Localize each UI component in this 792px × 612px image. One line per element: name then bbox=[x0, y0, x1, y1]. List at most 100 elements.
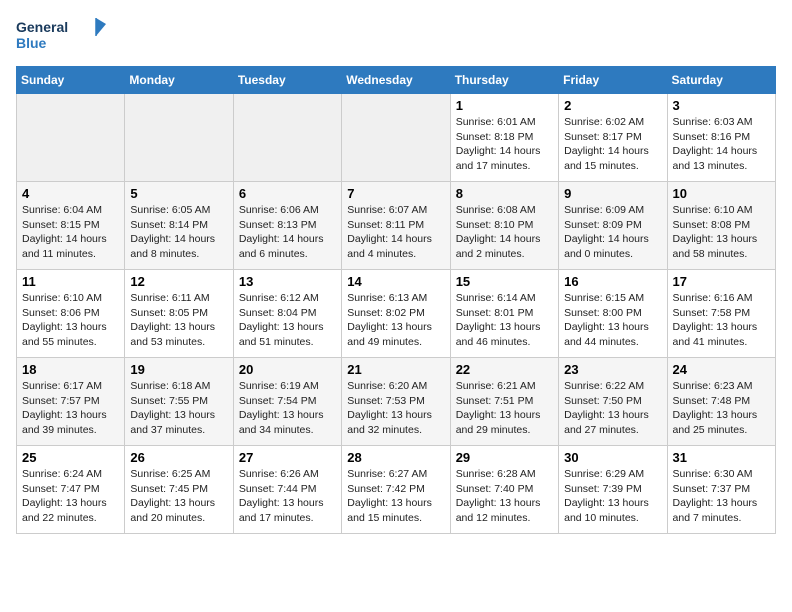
calendar-week-2: 4 Sunrise: 6:04 AMSunset: 8:15 PMDaylight… bbox=[17, 182, 776, 270]
calendar-cell: 7 Sunrise: 6:07 AMSunset: 8:11 PMDaylight… bbox=[342, 182, 450, 270]
calendar-cell: 9 Sunrise: 6:09 AMSunset: 8:09 PMDaylight… bbox=[559, 182, 667, 270]
day-number: 10 bbox=[673, 186, 770, 201]
calendar-cell: 3 Sunrise: 6:03 AMSunset: 8:16 PMDaylight… bbox=[667, 94, 775, 182]
calendar-cell bbox=[17, 94, 125, 182]
svg-text:Blue: Blue bbox=[16, 35, 47, 51]
calendar-cell: 8Sunrise: 6:08 AMSunset: 8:10 PMDaylight… bbox=[450, 182, 558, 270]
header-monday: Monday bbox=[125, 67, 233, 94]
calendar-cell: 31 Sunrise: 6:30 AMSunset: 7:37 PMDayligh… bbox=[667, 446, 775, 534]
calendar-week-5: 25 Sunrise: 6:24 AMSunset: 7:47 PMDayligh… bbox=[17, 446, 776, 534]
calendar-cell: 30 Sunrise: 6:29 AMSunset: 7:39 PMDayligh… bbox=[559, 446, 667, 534]
day-number: 13 bbox=[239, 274, 336, 289]
calendar-cell: 22 Sunrise: 6:21 AMSunset: 7:51 PMDayligh… bbox=[450, 358, 558, 446]
day-number: 19 bbox=[130, 362, 227, 377]
header-friday: Friday bbox=[559, 67, 667, 94]
day-number: 3 bbox=[673, 98, 770, 113]
day-info: Sunrise: 6:21 AMSunset: 7:51 PMDaylight:… bbox=[456, 379, 553, 438]
calendar-cell: 25 Sunrise: 6:24 AMSunset: 7:47 PMDayligh… bbox=[17, 446, 125, 534]
header-tuesday: Tuesday bbox=[233, 67, 341, 94]
day-info: Sunrise: 6:30 AMSunset: 7:37 PMDaylight:… bbox=[673, 467, 770, 526]
page-header: General Blue bbox=[16, 16, 776, 58]
day-number: 26 bbox=[130, 450, 227, 465]
day-info: Sunrise: 6:23 AMSunset: 7:48 PMDaylight:… bbox=[673, 379, 770, 438]
day-number: 17 bbox=[673, 274, 770, 289]
calendar-cell: 21Sunrise: 6:20 AMSunset: 7:53 PMDayligh… bbox=[342, 358, 450, 446]
calendar-cell: 19 Sunrise: 6:18 AMSunset: 7:55 PMDayligh… bbox=[125, 358, 233, 446]
day-number: 28 bbox=[347, 450, 444, 465]
day-number: 23 bbox=[564, 362, 661, 377]
calendar-cell: 24 Sunrise: 6:23 AMSunset: 7:48 PMDayligh… bbox=[667, 358, 775, 446]
calendar-cell: 13 Sunrise: 6:12 AMSunset: 8:04 PMDayligh… bbox=[233, 270, 341, 358]
day-number: 1 bbox=[456, 98, 553, 113]
day-number: 16 bbox=[564, 274, 661, 289]
day-info: Sunrise: 6:14 AMSunset: 8:01 PMDaylight:… bbox=[456, 291, 553, 350]
day-info: Sunrise: 6:16 AMSunset: 7:58 PMDaylight:… bbox=[673, 291, 770, 350]
day-number: 4 bbox=[22, 186, 119, 201]
day-info: Sunrise: 6:26 AMSunset: 7:44 PMDaylight:… bbox=[239, 467, 336, 526]
day-info: Sunrise: 6:12 AMSunset: 8:04 PMDaylight:… bbox=[239, 291, 336, 350]
day-info: Sunrise: 6:02 AMSunset: 8:17 PMDaylight:… bbox=[564, 115, 661, 174]
day-number: 25 bbox=[22, 450, 119, 465]
day-info: Sunrise: 6:03 AMSunset: 8:16 PMDaylight:… bbox=[673, 115, 770, 174]
day-info: Sunrise: 6:29 AMSunset: 7:39 PMDaylight:… bbox=[564, 467, 661, 526]
calendar-cell: 12 Sunrise: 6:11 AMSunset: 8:05 PMDayligh… bbox=[125, 270, 233, 358]
calendar-cell: 16 Sunrise: 6:15 AMSunset: 8:00 PMDayligh… bbox=[559, 270, 667, 358]
calendar-cell: 26 Sunrise: 6:25 AMSunset: 7:45 PMDayligh… bbox=[125, 446, 233, 534]
logo: General Blue bbox=[16, 16, 106, 58]
day-number: 2 bbox=[564, 98, 661, 113]
calendar-cell: 10Sunrise: 6:10 AMSunset: 8:08 PMDayligh… bbox=[667, 182, 775, 270]
day-number: 15 bbox=[456, 274, 553, 289]
day-info: Sunrise: 6:09 AMSunset: 8:09 PMDaylight:… bbox=[564, 203, 661, 262]
day-info: Sunrise: 6:15 AMSunset: 8:00 PMDaylight:… bbox=[564, 291, 661, 350]
calendar-week-4: 18 Sunrise: 6:17 AMSunset: 7:57 PMDayligh… bbox=[17, 358, 776, 446]
day-number: 9 bbox=[564, 186, 661, 201]
day-number: 27 bbox=[239, 450, 336, 465]
day-number: 31 bbox=[673, 450, 770, 465]
day-info: Sunrise: 6:28 AMSunset: 7:40 PMDaylight:… bbox=[456, 467, 553, 526]
day-number: 5 bbox=[130, 186, 227, 201]
day-number: 24 bbox=[673, 362, 770, 377]
calendar-cell: 1Sunrise: 6:01 AMSunset: 8:18 PMDaylight… bbox=[450, 94, 558, 182]
calendar-cell: 18 Sunrise: 6:17 AMSunset: 7:57 PMDayligh… bbox=[17, 358, 125, 446]
day-info: Sunrise: 6:04 AMSunset: 8:15 PMDaylight:… bbox=[22, 203, 119, 262]
calendar-cell bbox=[342, 94, 450, 182]
day-info: Sunrise: 6:25 AMSunset: 7:45 PMDaylight:… bbox=[130, 467, 227, 526]
day-info: Sunrise: 6:05 AMSunset: 8:14 PMDaylight:… bbox=[130, 203, 227, 262]
calendar-cell bbox=[233, 94, 341, 182]
calendar-week-3: 11Sunrise: 6:10 AMSunset: 8:06 PMDayligh… bbox=[17, 270, 776, 358]
day-number: 18 bbox=[22, 362, 119, 377]
header-thursday: Thursday bbox=[450, 67, 558, 94]
day-number: 30 bbox=[564, 450, 661, 465]
day-number: 12 bbox=[130, 274, 227, 289]
day-info: Sunrise: 6:18 AMSunset: 7:55 PMDaylight:… bbox=[130, 379, 227, 438]
day-info: Sunrise: 6:24 AMSunset: 7:47 PMDaylight:… bbox=[22, 467, 119, 526]
calendar-table: SundayMondayTuesdayWednesdayThursdayFrid… bbox=[16, 66, 776, 534]
calendar-cell: 17 Sunrise: 6:16 AMSunset: 7:58 PMDayligh… bbox=[667, 270, 775, 358]
header-wednesday: Wednesday bbox=[342, 67, 450, 94]
day-number: 22 bbox=[456, 362, 553, 377]
day-number: 11 bbox=[22, 274, 119, 289]
calendar-header-row: SundayMondayTuesdayWednesdayThursdayFrid… bbox=[17, 67, 776, 94]
day-info: Sunrise: 6:11 AMSunset: 8:05 PMDaylight:… bbox=[130, 291, 227, 350]
day-number: 7 bbox=[347, 186, 444, 201]
day-number: 20 bbox=[239, 362, 336, 377]
day-info: Sunrise: 6:13 AMSunset: 8:02 PMDaylight:… bbox=[347, 291, 444, 350]
calendar-cell: 27 Sunrise: 6:26 AMSunset: 7:44 PMDayligh… bbox=[233, 446, 341, 534]
day-info: Sunrise: 6:27 AMSunset: 7:42 PMDaylight:… bbox=[347, 467, 444, 526]
day-info: Sunrise: 6:22 AMSunset: 7:50 PMDaylight:… bbox=[564, 379, 661, 438]
calendar-cell: 11Sunrise: 6:10 AMSunset: 8:06 PMDayligh… bbox=[17, 270, 125, 358]
calendar-cell: 29 Sunrise: 6:28 AMSunset: 7:40 PMDayligh… bbox=[450, 446, 558, 534]
svg-text:General: General bbox=[16, 19, 68, 35]
calendar-cell: 6Sunrise: 6:06 AMSunset: 8:13 PMDaylight… bbox=[233, 182, 341, 270]
calendar-cell bbox=[125, 94, 233, 182]
calendar-week-1: 1Sunrise: 6:01 AMSunset: 8:18 PMDaylight… bbox=[17, 94, 776, 182]
day-info: Sunrise: 6:07 AMSunset: 8:11 PMDaylight:… bbox=[347, 203, 444, 262]
header-saturday: Saturday bbox=[667, 67, 775, 94]
header-sunday: Sunday bbox=[17, 67, 125, 94]
calendar-cell: 14Sunrise: 6:13 AMSunset: 8:02 PMDayligh… bbox=[342, 270, 450, 358]
calendar-cell: 28 Sunrise: 6:27 AMSunset: 7:42 PMDayligh… bbox=[342, 446, 450, 534]
calendar-cell: 2 Sunrise: 6:02 AMSunset: 8:17 PMDaylight… bbox=[559, 94, 667, 182]
day-info: Sunrise: 6:17 AMSunset: 7:57 PMDaylight:… bbox=[22, 379, 119, 438]
day-number: 6 bbox=[239, 186, 336, 201]
day-number: 29 bbox=[456, 450, 553, 465]
